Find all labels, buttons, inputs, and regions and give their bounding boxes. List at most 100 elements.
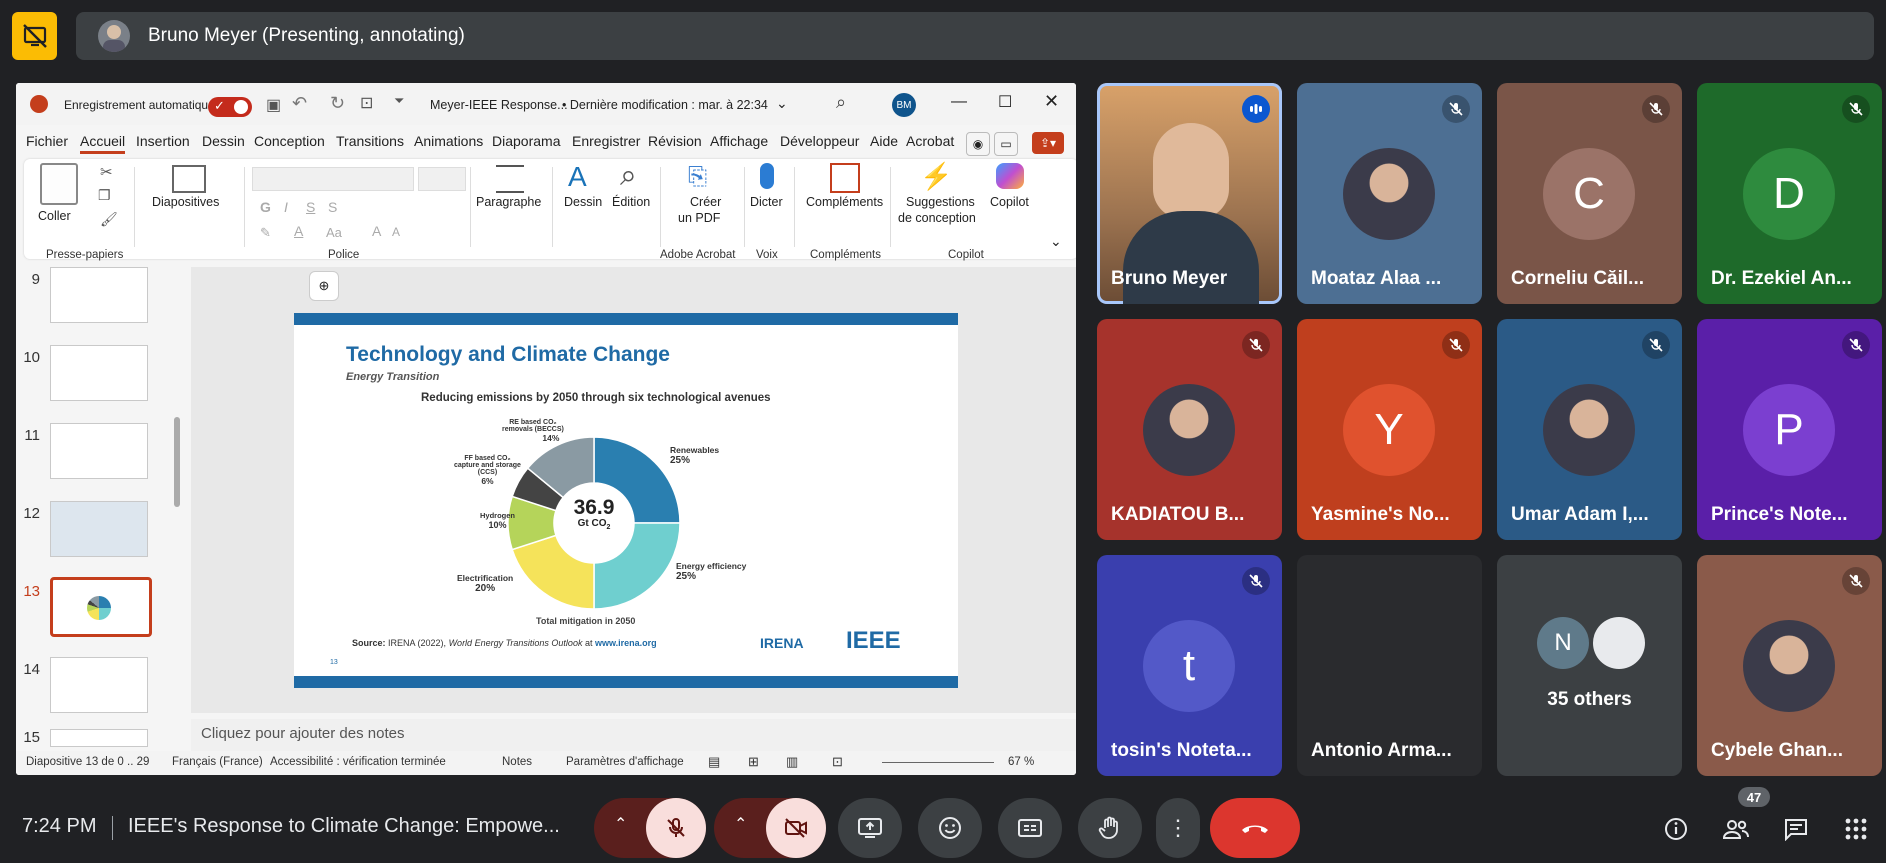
slide-thumb-11[interactable]: [50, 423, 148, 479]
redo-icon[interactable]: ↻: [330, 93, 345, 114]
tab-aide[interactable]: Aide: [870, 133, 898, 149]
tab-enregistrer[interactable]: Enregistrer: [572, 133, 640, 149]
thumbs-scrollbar[interactable]: [174, 417, 180, 507]
tab-animations[interactable]: Animations: [414, 133, 483, 149]
participant-tile[interactable]: Y Yasmine's No...: [1297, 319, 1482, 540]
format-painter-icon[interactable]: 🖌: [100, 211, 118, 228]
participant-tile[interactable]: Umar Adam I,...: [1497, 319, 1682, 540]
participant-tile[interactable]: KADIATOU B...: [1097, 319, 1282, 540]
create-pdf-label-2[interactable]: un PDF: [678, 211, 720, 225]
chevron-up-icon[interactable]: ⌃: [734, 814, 747, 834]
find-icon[interactable]: ⌕: [620, 159, 637, 193]
tab-insertion[interactable]: Insertion: [136, 133, 190, 149]
addins-label[interactable]: Compléments: [806, 195, 883, 209]
participant-tile[interactable]: Bruno Meyer: [1097, 83, 1282, 304]
tab-accueil[interactable]: Accueil: [80, 133, 126, 154]
designer-label-2[interactable]: de conception: [898, 211, 976, 225]
participant-tile[interactable]: Cybele Ghan...: [1697, 555, 1882, 776]
shrink-font-button[interactable]: A: [392, 225, 400, 239]
tab-fichier[interactable]: Fichier: [26, 133, 68, 149]
undo-icon[interactable]: ↶: [292, 93, 307, 114]
tab-developpeur[interactable]: Développeur: [780, 133, 859, 149]
notes-button[interactable]: Notes: [502, 756, 532, 768]
captions-button[interactable]: [998, 798, 1062, 858]
collapse-ribbon-icon[interactable]: ⌄: [1050, 233, 1062, 250]
create-pdf-label-1[interactable]: Créer: [690, 195, 721, 209]
tab-revision[interactable]: Révision: [648, 133, 702, 149]
slide-thumb-9[interactable]: [50, 267, 148, 323]
accessibility-status[interactable]: Accessibilité : vérification terminée: [270, 756, 446, 768]
autosave-toggle[interactable]: ✓: [208, 97, 252, 117]
draw-icon[interactable]: A: [568, 161, 587, 193]
font-name-select[interactable]: [252, 167, 414, 191]
activities-button[interactable]: [1840, 813, 1872, 845]
present-button[interactable]: [838, 798, 902, 858]
stop-presenting-button[interactable]: [12, 12, 57, 60]
maximize-icon[interactable]: ☐: [998, 92, 1012, 112]
search-icon[interactable]: ⌕: [836, 92, 846, 113]
new-slide-icon[interactable]: [172, 165, 206, 193]
font-color-icon[interactable]: A: [294, 223, 303, 239]
camera-toggle-button[interactable]: [766, 798, 826, 858]
tab-dessin[interactable]: Dessin: [202, 133, 245, 149]
notes-placeholder[interactable]: Cliquez pour ajouter des notes: [201, 725, 404, 742]
share-button[interactable]: ⇪▾: [1032, 132, 1064, 154]
chevron-up-icon[interactable]: ⌃: [614, 814, 627, 834]
slide-thumb-15[interactable]: [50, 729, 148, 747]
mic-toggle-button[interactable]: [646, 798, 706, 858]
grow-font-button[interactable]: A: [372, 223, 381, 239]
close-icon[interactable]: ✕: [1044, 91, 1059, 112]
document-title[interactable]: Meyer-IEEE Response...: [430, 98, 568, 112]
participant-tile[interactable]: P Prince's Note...: [1697, 319, 1882, 540]
participant-tile[interactable]: Moataz Alaa ...: [1297, 83, 1482, 304]
paragraph-label[interactable]: Paragraphe: [476, 195, 541, 209]
draw-label[interactable]: Dessin: [564, 195, 602, 209]
copilot-icon[interactable]: [996, 163, 1024, 189]
slide-thumb-14[interactable]: [50, 657, 148, 713]
user-avatar[interactable]: BM: [892, 93, 916, 117]
slide-thumb-13[interactable]: [50, 577, 152, 637]
participant-tile[interactable]: t tosin's Noteta...: [1097, 555, 1282, 776]
normal-view-icon[interactable]: ▤: [708, 754, 720, 770]
participant-tile[interactable]: C Corneliu Căil...: [1497, 83, 1682, 304]
highlight-icon[interactable]: ✎: [260, 225, 271, 241]
cut-icon[interactable]: ✂: [100, 163, 113, 181]
display-settings[interactable]: Paramètres d'affichage: [566, 756, 684, 768]
meeting-info-button[interactable]: [1660, 813, 1692, 845]
customize-qat-icon[interactable]: ⏷: [394, 93, 404, 109]
reading-view-icon[interactable]: ▥: [786, 754, 798, 770]
dictate-label[interactable]: Dicter: [750, 195, 783, 209]
present-icon[interactable]: ⊡: [360, 93, 373, 113]
comments-icon[interactable]: ▭: [994, 132, 1018, 156]
save-icon[interactable]: ▣: [266, 95, 281, 115]
designer-icon[interactable]: ⚡: [920, 161, 952, 192]
slideshow-view-icon[interactable]: ⊡: [832, 754, 843, 770]
language[interactable]: Français (France): [172, 756, 263, 768]
copilot-label[interactable]: Copilot: [990, 195, 1029, 209]
tab-conception[interactable]: Conception: [254, 133, 325, 149]
addins-icon[interactable]: [830, 163, 860, 193]
copilot-slide-icon[interactable]: ⊕: [309, 271, 339, 301]
meeting-title[interactable]: IEEE's Response to Climate Change: Empow…: [128, 815, 560, 838]
italic-button[interactable]: I: [284, 199, 288, 215]
sorter-view-icon[interactable]: ⊞: [748, 754, 759, 770]
slide-thumb-10[interactable]: [50, 345, 148, 401]
more-options-button[interactable]: ⋮: [1156, 798, 1200, 858]
tab-acrobat[interactable]: Acrobat: [906, 133, 954, 149]
participant-tile[interactable]: Antonio Arma...: [1297, 555, 1482, 776]
slides-label[interactable]: Diapositives: [152, 195, 219, 209]
minimize-icon[interactable]: —: [951, 93, 967, 111]
case-button[interactable]: Aa: [326, 225, 342, 240]
participant-tile[interactable]: D Dr. Ezekiel An...: [1697, 83, 1882, 304]
zoom-level[interactable]: 67 %: [1008, 756, 1034, 768]
designer-label-1[interactable]: Suggestions: [906, 195, 975, 209]
create-pdf-icon[interactable]: ⎘: [688, 163, 707, 191]
bold-button[interactable]: G: [260, 199, 271, 215]
tab-diaporama[interactable]: Diaporama: [492, 133, 560, 149]
participant-tile[interactable]: N 35 others: [1497, 555, 1682, 776]
font-size-select[interactable]: [418, 167, 466, 191]
paste-icon[interactable]: [40, 163, 78, 205]
notes-pane[interactable]: Cliquez pour ajouter des notes: [191, 719, 1076, 751]
dictate-icon[interactable]: [760, 163, 774, 189]
paragraph-icon[interactable]: [496, 165, 524, 193]
